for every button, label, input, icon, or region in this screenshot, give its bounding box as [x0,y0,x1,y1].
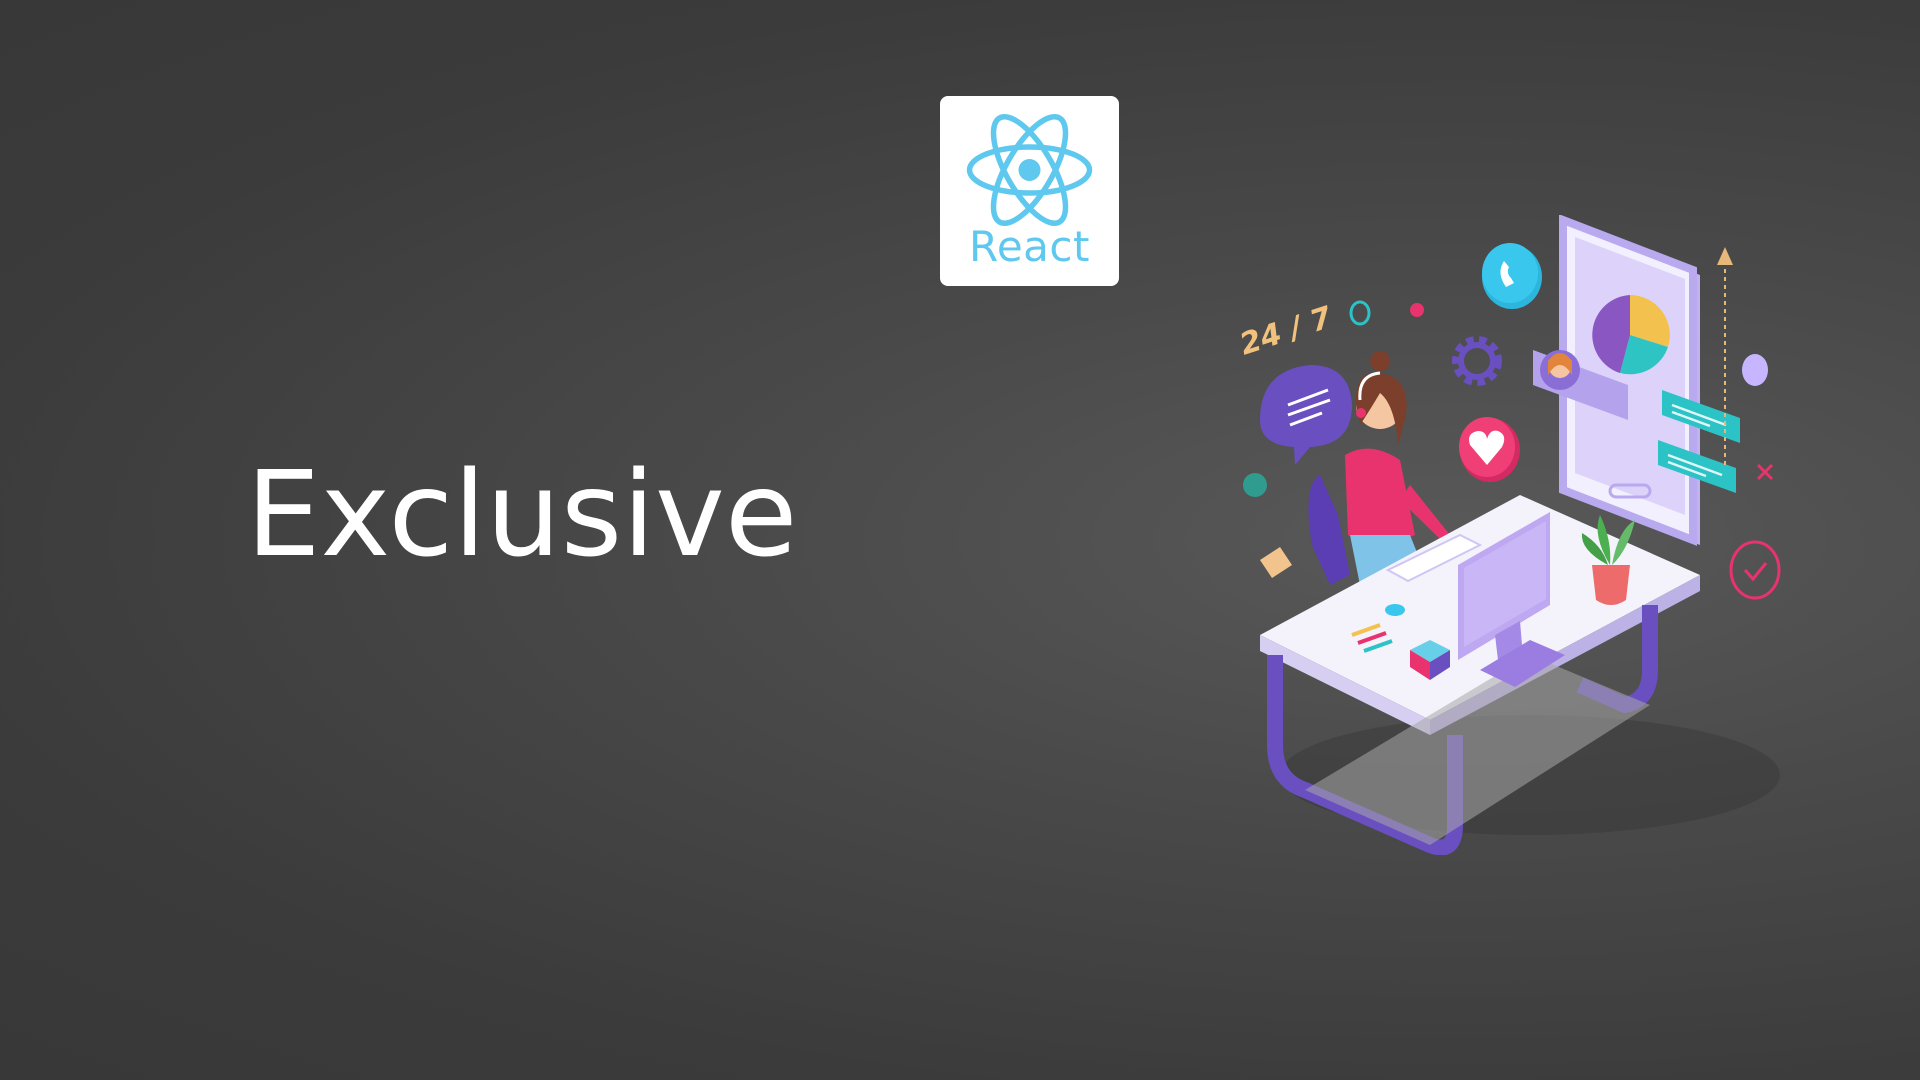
chat-bubble-icon [1260,365,1352,465]
react-logo-text: React [969,222,1090,271]
headline: Exclusive [246,445,798,583]
react-atom-icon [966,114,1093,226]
phone-icon [1482,243,1542,309]
react-logo-card: React [940,96,1119,286]
pie-chart-icon [1592,295,1670,375]
heart-icon [1459,417,1520,482]
gear-icon [1452,336,1502,386]
hours-label: 24 / 7 [1236,300,1337,363]
customer-support-illustration: 24 / 7 [1236,215,1781,855]
check-icon [1729,540,1781,600]
